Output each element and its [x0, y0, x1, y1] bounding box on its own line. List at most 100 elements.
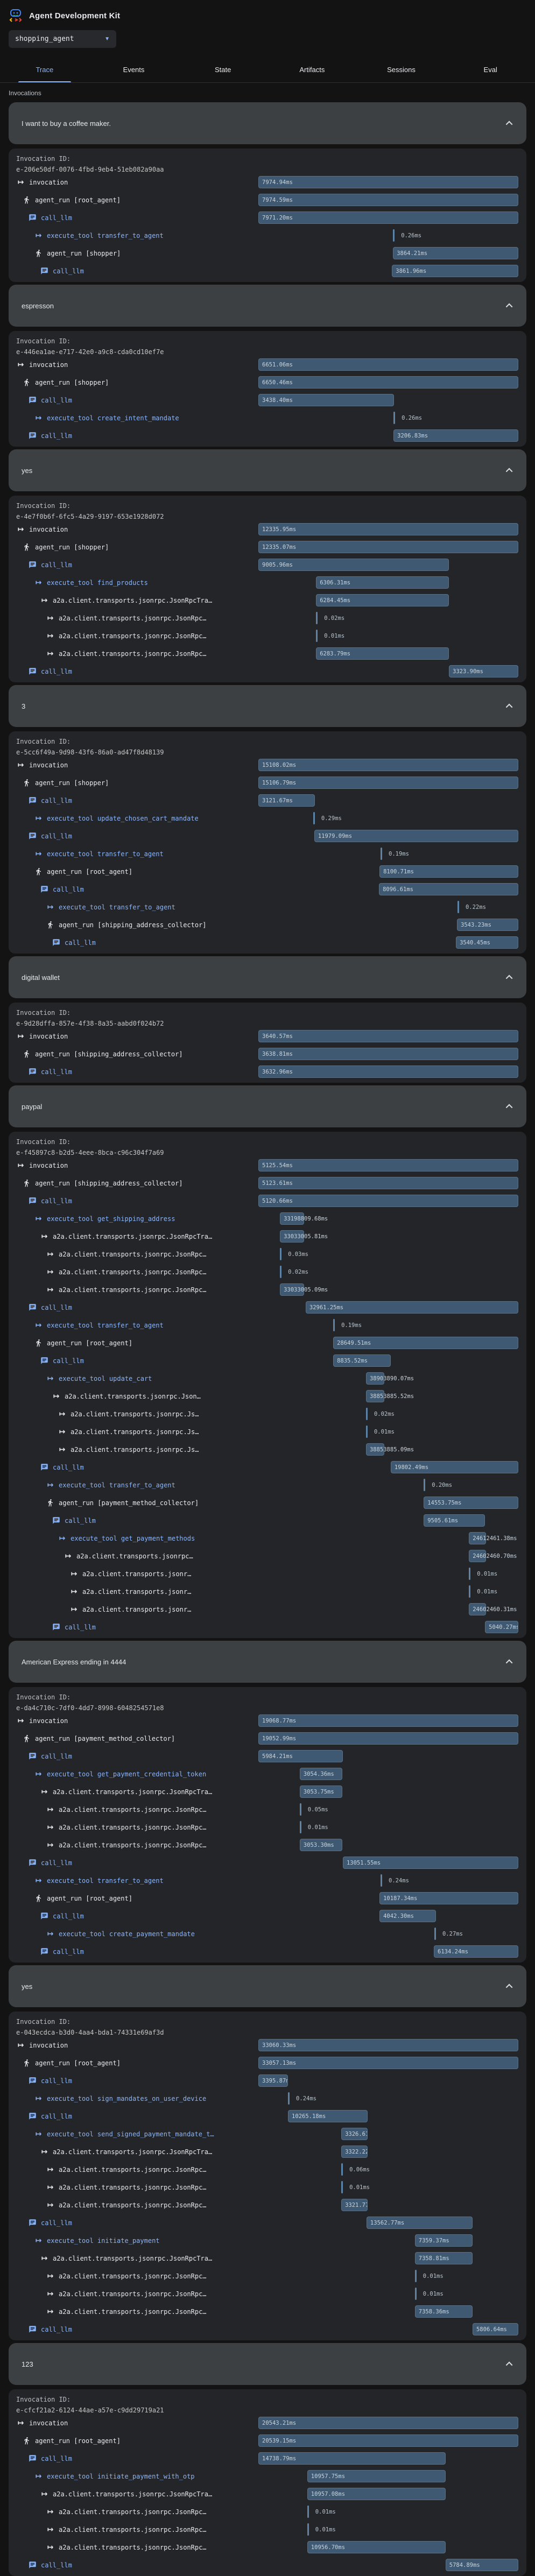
trace-row-agent-run[interactable]: agent_run [root_agent]33057.13ms — [9, 2054, 526, 2072]
trace-row-tool[interactable]: ↦execute_tool update_cart38903890.07ms — [9, 1370, 526, 1387]
trace-row-agent-run[interactable]: agent_run [shipping_address_collector]51… — [9, 1174, 526, 1192]
chevron-up-icon[interactable] — [506, 1984, 513, 1991]
trace-row-a2a[interactable]: ↦a2a.client.transports.jsonrpc.Js…0.02ms — [9, 1405, 526, 1423]
invocation-card-header[interactable]: espresson — [9, 285, 526, 327]
trace-row-tool[interactable]: ↦execute_tool transfer_to_agent0.19ms — [9, 845, 526, 863]
invocation-card-header[interactable]: digital wallet — [9, 956, 526, 998]
trace-row-a2a[interactable]: ↦a2a.client.transports.jsonrpc.JsonRpc…0… — [9, 1818, 526, 1836]
trace-row-a2a[interactable]: ↦a2a.client.transports.jsonrpc.Json…3885… — [9, 1387, 526, 1405]
chevron-up-icon[interactable] — [506, 303, 513, 310]
trace-row-invocation[interactable]: ↦invocation19068.77ms — [9, 1712, 526, 1730]
invocation-card-header[interactable]: paypal — [9, 1085, 526, 1127]
trace-row-tool[interactable]: ↦execute_tool sign_mandates_on_user_devi… — [9, 2090, 526, 2107]
trace-row-a2a[interactable]: ↦a2a.client.transports.jsonrpc.JsonRpcTr… — [9, 2143, 526, 2161]
trace-row-llm[interactable]: call_llm5040.27ms — [9, 1618, 526, 1636]
trace-row-a2a[interactable]: ↦a2a.client.transports.jsonrpc.JsonRpc…0… — [9, 2503, 526, 2521]
tab-trace[interactable]: Trace — [0, 57, 89, 82]
trace-row-invocation[interactable]: ↦invocation12335.95ms — [9, 520, 526, 538]
chevron-up-icon[interactable] — [506, 468, 513, 475]
trace-row-a2a[interactable]: ↦a2a.client.transports.jsonrpc.JsonRpc…0… — [9, 1263, 526, 1281]
trace-row-tool[interactable]: ↦execute_tool get_payment_methods2461246… — [9, 1529, 526, 1547]
trace-row-a2a[interactable]: ↦a2a.client.transports.jsonrpc.JsonRpc…0… — [9, 2285, 526, 2303]
chevron-up-icon[interactable] — [506, 1659, 513, 1666]
trace-row-agent-run[interactable]: agent_run [root_agent]20539.15ms — [9, 2432, 526, 2450]
trace-row-llm[interactable]: call_llm13051.55ms — [9, 1854, 526, 1872]
trace-row-llm[interactable]: call_llm3206.83ms — [9, 427, 526, 444]
trace-row-tool[interactable]: ↦execute_tool get_shipping_address331988… — [9, 1210, 526, 1227]
trace-row-a2a[interactable]: ↦a2a.client.transports.jsonrpc.JsonRpc…3… — [9, 2196, 526, 2214]
trace-row-invocation[interactable]: ↦invocation15108.02ms — [9, 756, 526, 774]
trace-row-llm[interactable]: call_llm3395.87ms — [9, 2072, 526, 2090]
trace-row-a2a[interactable]: ↦a2a.client.transports.jsonrpc.JsonRpc…0… — [9, 1801, 526, 1818]
trace-row-llm[interactable]: call_llm7971.20ms — [9, 209, 526, 227]
trace-row-llm[interactable]: call_llm6134.24ms — [9, 1943, 526, 1960]
trace-row-tool[interactable]: ↦execute_tool update_chosen_cart_mandate… — [9, 809, 526, 827]
trace-row-llm[interactable]: call_llm3861.96ms — [9, 262, 526, 280]
trace-row-llm[interactable]: call_llm10265.18ms — [9, 2107, 526, 2125]
trace-row-agent-run[interactable]: agent_run [shopper]6650.46ms — [9, 373, 526, 391]
chevron-up-icon[interactable] — [506, 1104, 513, 1111]
trace-row-agent-run[interactable]: agent_run [shopper]15106.79ms — [9, 774, 526, 792]
invocation-card-header[interactable]: 3 — [9, 685, 526, 727]
trace-row-agent-run[interactable]: agent_run [root_agent]28649.51ms — [9, 1334, 526, 1352]
trace-row-a2a[interactable]: ↦a2a.client.transports.jsonrpc.Js…0.01ms — [9, 1423, 526, 1441]
trace-row-llm[interactable]: call_llm19802.49ms — [9, 1458, 526, 1476]
trace-row-agent-run[interactable]: agent_run [shopper]12335.07ms — [9, 538, 526, 556]
trace-row-llm[interactable]: call_llm9505.61ms — [9, 1512, 526, 1529]
trace-row-tool[interactable]: ↦execute_tool create_payment_mandate0.27… — [9, 1925, 526, 1943]
trace-row-tool[interactable]: ↦execute_tool transfer_to_agent0.20ms — [9, 1476, 526, 1494]
trace-row-agent-run[interactable]: agent_run [payment_method_collector]1905… — [9, 1730, 526, 1747]
trace-row-llm[interactable]: call_llm4042.30ms — [9, 1907, 526, 1925]
trace-row-a2a[interactable]: ↦a2a.client.transports.jsonrpc.Js…388538… — [9, 1441, 526, 1458]
trace-row-agent-run[interactable]: agent_run [payment_method_collector]1455… — [9, 1494, 526, 1512]
trace-row-llm[interactable]: call_llm9005.96ms — [9, 556, 526, 574]
trace-row-a2a[interactable]: ↦a2a.client.transports.jsonrpc.JsonRpc…3… — [9, 1281, 526, 1298]
trace-row-a2a[interactable]: ↦a2a.client.transports.jsonr…0.01ms — [9, 1583, 526, 1600]
trace-row-a2a[interactable]: ↦a2a.client.transports.jsonrpc.JsonRpc…0… — [9, 1245, 526, 1263]
trace-row-llm[interactable]: call_llm5806.64ms — [9, 2320, 526, 2338]
trace-row-agent-run[interactable]: agent_run [shipping_address_collector]36… — [9, 1045, 526, 1063]
invocation-card-header[interactable]: yes — [9, 449, 526, 491]
trace-row-llm[interactable]: call_llm8096.61ms — [9, 880, 526, 898]
trace-row-a2a[interactable]: ↦a2a.client.transports.jsonr…24602460.31… — [9, 1600, 526, 1618]
trace-row-a2a[interactable]: ↦a2a.client.transports.jsonrpc.JsonRpc…0… — [9, 2267, 526, 2285]
trace-row-llm[interactable]: call_llm5784.89ms — [9, 2556, 526, 2574]
invocation-card-header[interactable]: yes — [9, 1965, 526, 2007]
trace-row-a2a[interactable]: ↦a2a.client.transports.jsonrpc.JsonRpc…7… — [9, 2303, 526, 2320]
chevron-up-icon[interactable] — [506, 975, 513, 982]
trace-row-llm[interactable]: call_llm3323.90ms — [9, 662, 526, 680]
trace-row-llm[interactable]: call_llm3540.45ms — [9, 934, 526, 951]
trace-row-llm[interactable]: call_llm32961.25ms — [9, 1298, 526, 1316]
trace-row-a2a[interactable]: ↦a2a.client.transports.jsonrpc.JsonRpcTr… — [9, 591, 526, 609]
chevron-up-icon[interactable] — [506, 121, 513, 128]
trace-row-llm[interactable]: call_llm3438.40ms — [9, 391, 526, 409]
trace-row-llm[interactable]: call_llm3632.96ms — [9, 1063, 526, 1081]
trace-row-a2a[interactable]: ↦a2a.client.transports.jsonrpc.JsonRpc…6… — [9, 645, 526, 662]
trace-row-llm[interactable]: call_llm5120.66ms — [9, 1192, 526, 1210]
invocation-card-header[interactable]: I want to buy a coffee maker. — [9, 102, 526, 144]
trace-row-agent-run[interactable]: agent_run [root_agent]7974.59ms — [9, 191, 526, 209]
trace-row-a2a[interactable]: ↦a2a.client.transports.jsonrpc.JsonRpc…0… — [9, 2161, 526, 2178]
invocation-card-header[interactable]: American Express ending in 4444 — [9, 1641, 526, 1683]
trace-row-invocation[interactable]: ↦invocation5125.54ms — [9, 1156, 526, 1174]
trace-row-a2a[interactable]: ↦a2a.client.transports.jsonrpc.JsonRpc…1… — [9, 2538, 526, 2556]
trace-row-a2a[interactable]: ↦a2a.client.transports.jsonrpc.JsonRpc…0… — [9, 609, 526, 627]
trace-row-tool[interactable]: ↦execute_tool transfer_to_agent0.19ms — [9, 1316, 526, 1334]
trace-row-a2a[interactable]: ↦a2a.client.transports.jsonrpc.JsonRpcTr… — [9, 1227, 526, 1245]
trace-row-llm[interactable]: call_llm5984.21ms — [9, 1747, 526, 1765]
trace-row-invocation[interactable]: ↦invocation20543.21ms — [9, 2414, 526, 2432]
trace-row-llm[interactable]: call_llm8835.52ms — [9, 1352, 526, 1370]
trace-row-agent-run[interactable]: agent_run [shipping_address_collector]35… — [9, 916, 526, 934]
trace-row-tool[interactable]: ↦execute_tool transfer_to_agent0.24ms — [9, 1872, 526, 1889]
trace-row-a2a[interactable]: ↦a2a.client.transports.jsonrpc.JsonRpc…0… — [9, 2521, 526, 2538]
trace-row-tool[interactable]: ↦execute_tool get_payment_credential_tok… — [9, 1765, 526, 1783]
trace-row-tool[interactable]: ↦execute_tool transfer_to_agent0.26ms — [9, 227, 526, 244]
tab-artifacts[interactable]: Artifacts — [268, 57, 357, 82]
trace-row-agent-run[interactable]: agent_run [shopper]3864.21ms — [9, 244, 526, 262]
trace-row-a2a[interactable]: ↦a2a.client.transports.jsonrpc…24602460.… — [9, 1547, 526, 1565]
tab-events[interactable]: Events — [89, 57, 179, 82]
trace-row-tool[interactable]: ↦execute_tool initiate_payment_with_otp1… — [9, 2467, 526, 2485]
trace-row-a2a[interactable]: ↦a2a.client.transports.jsonrpc.JsonRpc…0… — [9, 627, 526, 645]
trace-row-invocation[interactable]: ↦invocation7974.94ms — [9, 173, 526, 191]
trace-row-a2a[interactable]: ↦a2a.client.transports.jsonrpc.JsonRpcTr… — [9, 2249, 526, 2267]
